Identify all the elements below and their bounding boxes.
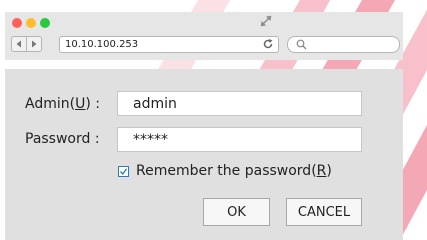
close-window-button[interactable] <box>12 18 22 28</box>
search-icon <box>296 39 307 50</box>
checkmark-icon <box>120 168 127 175</box>
password-value: ***** <box>133 132 168 148</box>
back-button[interactable] <box>11 36 27 52</box>
password-label: Password : <box>25 131 100 147</box>
address-bar[interactable]: 10.10.100.253 <box>59 36 279 53</box>
minimize-window-button[interactable] <box>26 18 36 28</box>
cancel-button[interactable]: CANCEL <box>286 198 362 226</box>
password-input[interactable]: ***** <box>117 127 362 152</box>
url-text: 10.10.100.253 <box>65 39 139 50</box>
forward-button[interactable] <box>26 36 42 52</box>
browser-toolbar: 10.10.100.253 <box>5 12 403 60</box>
reload-icon[interactable] <box>262 38 274 50</box>
forward-arrow-icon <box>32 40 37 48</box>
remember-label[interactable]: Remember the password(R) <box>136 162 332 180</box>
ok-button[interactable]: OK <box>203 198 270 226</box>
admin-label: Admin(U) : <box>25 96 100 112</box>
remember-checkbox[interactable] <box>118 166 129 177</box>
admin-value: admin <box>133 96 177 112</box>
back-arrow-icon <box>16 40 21 48</box>
fullscreen-expand-icon[interactable] <box>258 13 274 29</box>
login-panel: Admin(U) : admin Password : ***** Rememb… <box>5 69 403 240</box>
admin-input[interactable]: admin <box>117 91 362 116</box>
search-bar[interactable] <box>287 36 400 53</box>
maximize-window-button[interactable] <box>40 18 50 28</box>
